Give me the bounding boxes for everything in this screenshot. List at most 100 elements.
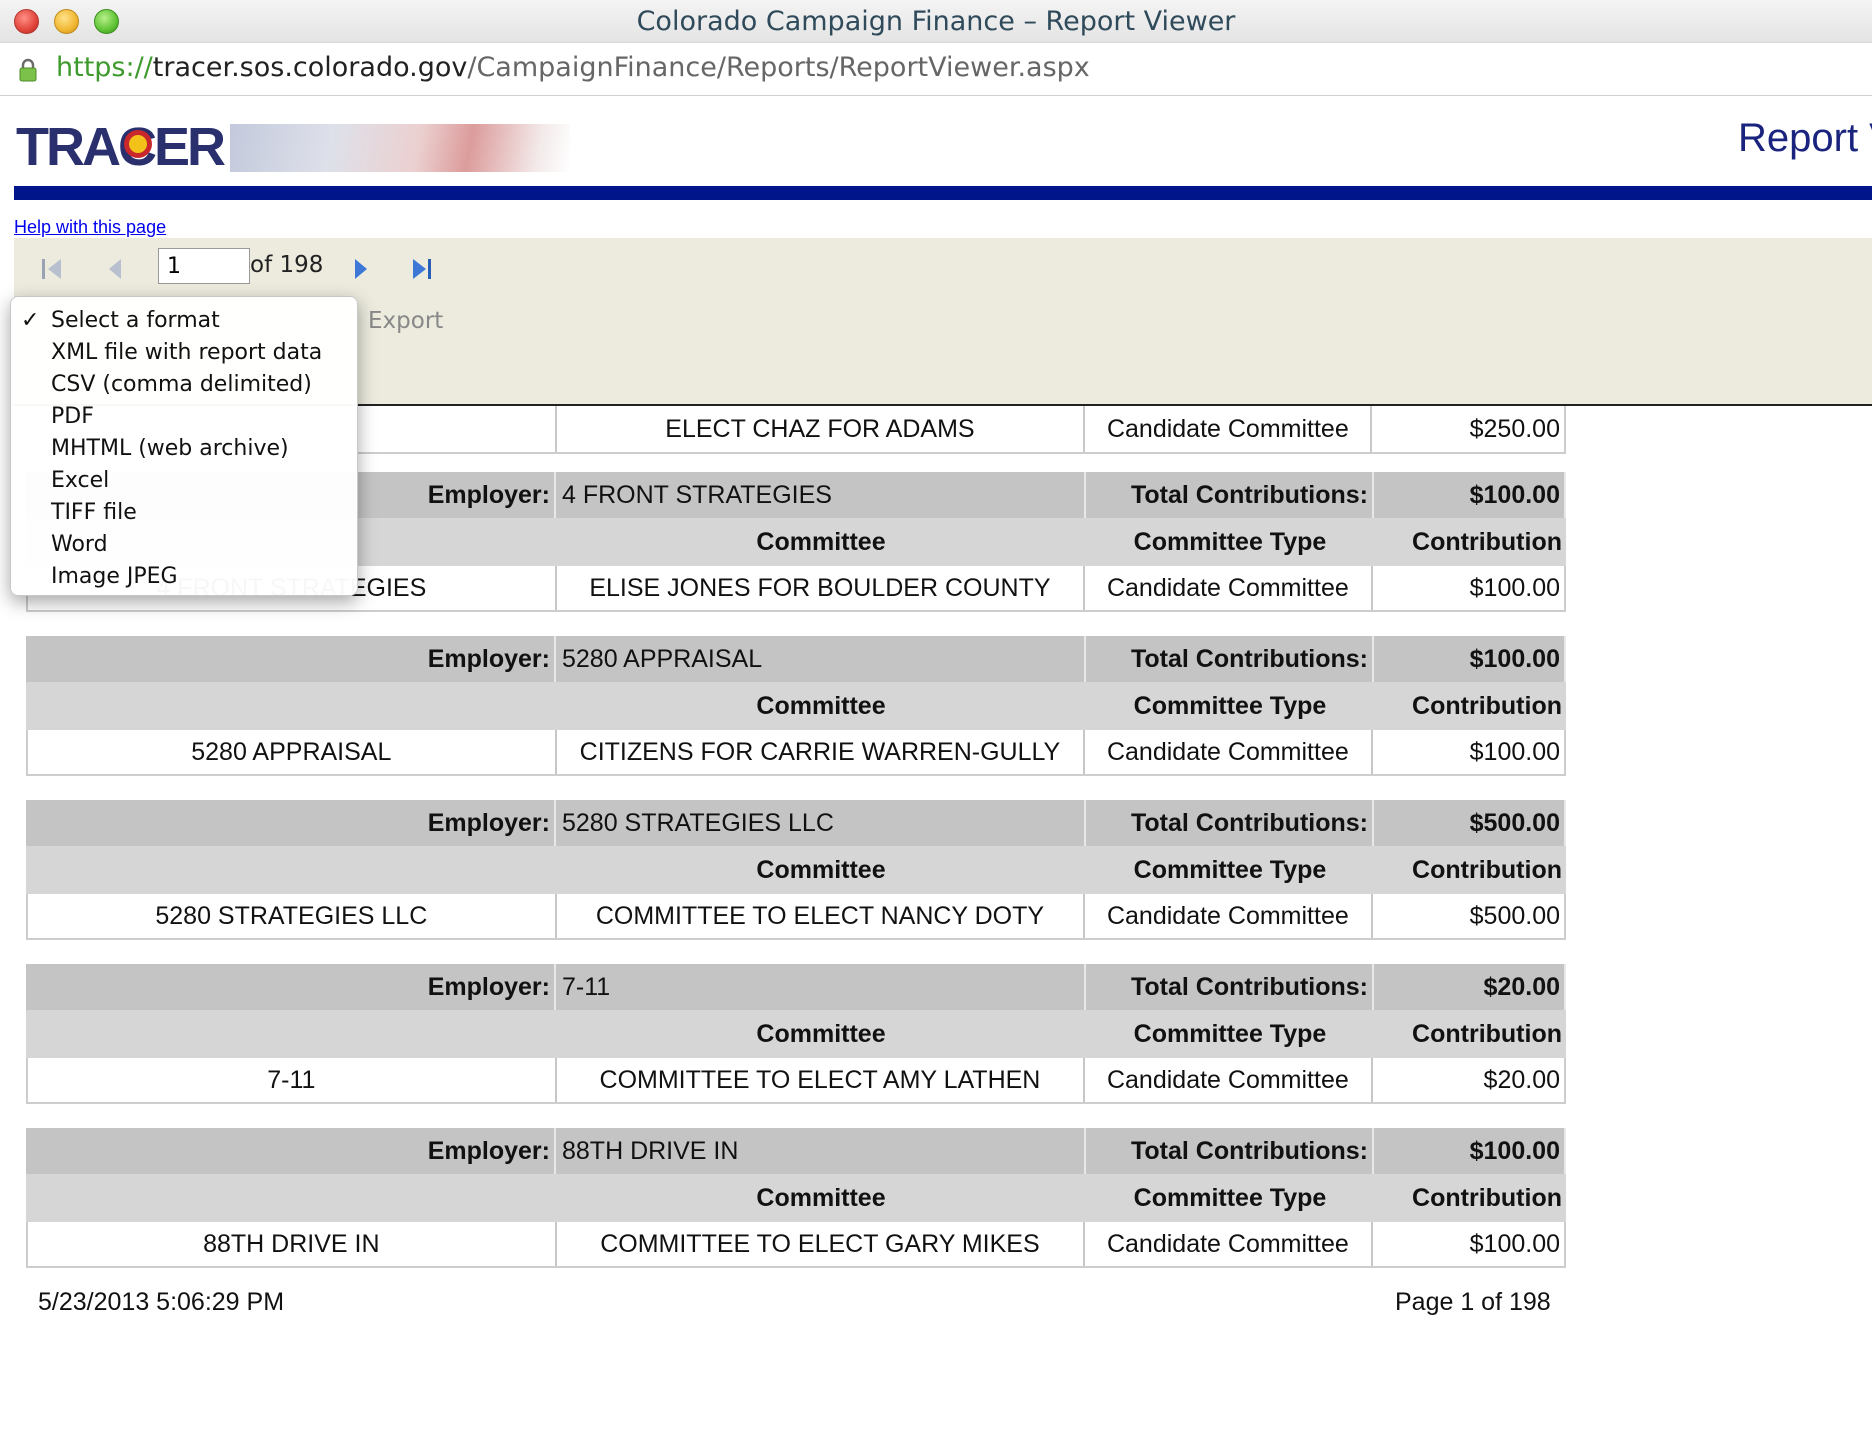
checkmark-icon: ✓	[21, 308, 40, 333]
format-option-label: CSV (comma delimited)	[51, 372, 312, 397]
committee-cell: COMMITTEE TO ELECT AMY LATHEN	[557, 1058, 1086, 1102]
format-option[interactable]: XML file with report data	[11, 337, 357, 369]
committee-cell: COMMITTEE TO ELECT NANCY DOTY	[557, 894, 1086, 938]
format-option[interactable]: Image JPEG	[11, 561, 357, 593]
contribution-cell: $100.00	[1469, 1229, 1561, 1258]
format-option[interactable]: CSV (comma delimited)	[11, 369, 357, 401]
last-page-button[interactable]	[408, 254, 436, 284]
total-contributions-label: Total Contributions:	[1086, 636, 1374, 682]
committee-type-column-header: Committee Type	[1133, 1019, 1327, 1048]
contribution-column-header: Contribution	[1412, 1019, 1562, 1048]
format-option[interactable]: ✓ Select a format	[11, 305, 357, 337]
format-option-label: Select a format	[51, 308, 220, 333]
committee-type-cell: Candidate Committee	[1085, 1058, 1373, 1102]
contribution-cell: $20.00	[1483, 1065, 1561, 1094]
employer-header-row: Employer: 5280 STRATEGIES LLC Total Cont…	[26, 800, 1566, 846]
contribution-column-header: Contribution	[1412, 527, 1562, 556]
employer-name: 5280 STRATEGIES LLC	[556, 800, 1086, 846]
url-text[interactable]: https://tracer.sos.colorado.gov/Campaign…	[56, 52, 1090, 83]
window-title: Colorado Campaign Finance – Report Viewe…	[636, 6, 1236, 37]
total-contributions-label: Total Contributions:	[1086, 964, 1374, 1010]
previous-page-icon	[109, 259, 121, 279]
employer-cell: 5280 APPRAISAL	[28, 730, 557, 774]
contribution-column-header: Contribution	[1412, 691, 1562, 720]
column-header-row: Committee Committee Type Contribution	[26, 1010, 1566, 1058]
committee-column-header: Committee	[756, 527, 886, 556]
column-header-row: Committee Committee Type Contribution	[26, 1174, 1566, 1222]
help-link[interactable]: Help with this page	[14, 217, 166, 238]
employer-label: Employer:	[26, 964, 556, 1010]
header-divider	[14, 186, 1872, 200]
committee-type-cell: Candidate Committee	[1085, 730, 1373, 774]
format-option[interactable]: MHTML (web archive)	[11, 433, 357, 465]
employer-column-header	[26, 1010, 556, 1058]
contribution-column-header: Contribution	[1412, 855, 1562, 884]
contribution-cell: $100.00	[1469, 573, 1561, 602]
committee-column-header: Committee	[756, 691, 886, 720]
employer-cell: 7-11	[28, 1058, 557, 1102]
url-host: tracer.sos.colorado.gov	[152, 52, 468, 83]
total-contributions-value: $100.00	[1374, 1128, 1566, 1174]
column-header-row: Committee Committee Type Contribution	[26, 846, 1566, 894]
next-page-icon	[355, 259, 367, 279]
committee-cell: ELISE JONES FOR BOULDER COUNTY	[557, 566, 1086, 610]
committee-type-column-header: Committee Type	[1133, 691, 1327, 720]
employer-column-header	[26, 846, 556, 894]
format-option[interactable]: Word	[11, 529, 357, 561]
employer-header-row: Employer: 7-11 Total Contributions: $20.…	[26, 964, 1566, 1010]
previous-page-button[interactable]	[102, 254, 130, 284]
colorado-c-icon	[124, 130, 152, 158]
contribution-cell: $250.00	[1469, 414, 1560, 443]
format-option-label: Excel	[51, 468, 110, 493]
employer-name: 4 FRONT STRATEGIES	[556, 472, 1086, 518]
column-header-row: Committee Committee Type Contribution	[26, 682, 1566, 730]
window-title-bar: Colorado Campaign Finance – Report Viewe…	[0, 0, 1872, 42]
format-option[interactable]: TIFF file	[11, 497, 357, 529]
first-page-button[interactable]	[38, 254, 66, 284]
employer-label: Employer:	[26, 1128, 556, 1174]
flag-banner-image	[230, 124, 570, 172]
address-bar[interactable]: https://tracer.sos.colorado.gov/Campaign…	[0, 42, 1872, 96]
employer-header-row: Employer: 5280 APPRAISAL Total Contribut…	[26, 636, 1566, 682]
logo-text: TRACER	[16, 117, 226, 177]
url-path: /CampaignFinance/Reports/ReportViewer.as…	[467, 52, 1090, 83]
committee-type-column-header: Committee Type	[1133, 1183, 1327, 1212]
table-row: 5280 STRATEGIES LLC COMMITTEE TO ELECT N…	[26, 894, 1566, 940]
format-option[interactable]: PDF	[11, 401, 357, 433]
committee-column-header: Committee	[756, 855, 886, 884]
format-option-label: XML file with report data	[51, 340, 323, 365]
committee-column-header: Committee	[756, 1183, 886, 1212]
total-contributions-value: $500.00	[1374, 800, 1566, 846]
committee-type-cell: Candidate Committee	[1085, 894, 1373, 938]
total-contributions-label: Total Contributions:	[1086, 1128, 1374, 1174]
table-row: 88TH DRIVE IN COMMITTEE TO ELECT GARY MI…	[26, 1222, 1566, 1268]
committee-type-cell: Candidate Committee	[1085, 406, 1373, 452]
table-row: 7-11 COMMITTEE TO ELECT AMY LATHEN Candi…	[26, 1058, 1566, 1104]
employer-cell: 5280 STRATEGIES LLC	[28, 894, 557, 938]
total-contributions-value: $100.00	[1374, 636, 1566, 682]
next-page-button[interactable]	[346, 254, 374, 284]
export-format-menu[interactable]: ✓ Select a format XML file with report dat…	[10, 296, 358, 596]
export-button[interactable]: Export	[368, 308, 443, 334]
first-page-icon	[42, 259, 61, 279]
contribution-column-header: Contribution	[1412, 1183, 1562, 1212]
page-number-input[interactable]	[158, 248, 250, 284]
committee-cell: COMMITTEE TO ELECT GARY MIKES	[557, 1222, 1086, 1266]
total-contributions-value: $100.00	[1374, 472, 1566, 518]
total-contributions-label: Total Contributions:	[1086, 472, 1374, 518]
tracer-logo: TRACER	[16, 116, 570, 177]
format-option-label: Word	[51, 532, 108, 557]
total-contributions-label: Total Contributions:	[1086, 800, 1374, 846]
format-option[interactable]: Excel	[11, 465, 357, 497]
employer-name: 7-11	[556, 964, 1086, 1010]
page-count-label: of 198	[250, 252, 324, 278]
employer-column-header	[26, 682, 556, 730]
employer-name: 5280 APPRAISAL	[556, 636, 1086, 682]
format-option-label: Image JPEG	[51, 564, 178, 589]
url-scheme: https://	[56, 52, 153, 83]
employer-name: 88TH DRIVE IN	[556, 1128, 1086, 1174]
report-timestamp: 5/23/2013 5:06:29 PM	[38, 1288, 285, 1316]
table-row: 5280 APPRAISAL CITIZENS FOR CARRIE WARRE…	[26, 730, 1566, 776]
employer-cell: 88TH DRIVE IN	[28, 1222, 557, 1266]
committee-type-column-header: Committee Type	[1133, 855, 1327, 884]
